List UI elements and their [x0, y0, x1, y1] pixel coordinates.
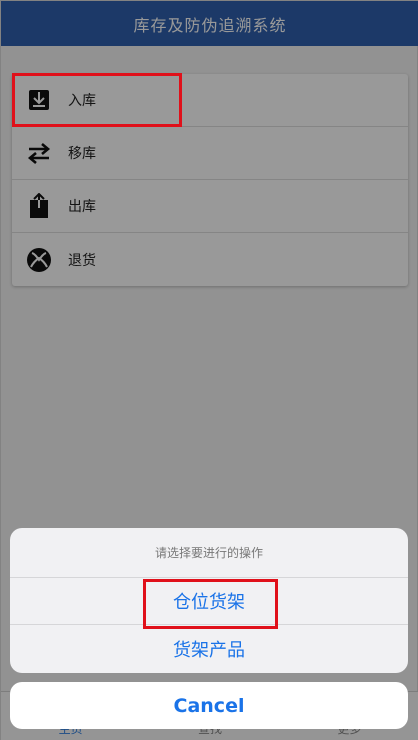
cancel-button[interactable]: Cancel: [10, 682, 408, 729]
action-option-shelf-product[interactable]: 货架产品: [10, 625, 408, 672]
action-sheet-title: 请选择要进行的操作: [10, 528, 408, 578]
action-sheet: 请选择要进行的操作 仓位货架 货架产品: [10, 528, 408, 673]
action-option-location-shelf[interactable]: 仓位货架: [10, 578, 408, 625]
